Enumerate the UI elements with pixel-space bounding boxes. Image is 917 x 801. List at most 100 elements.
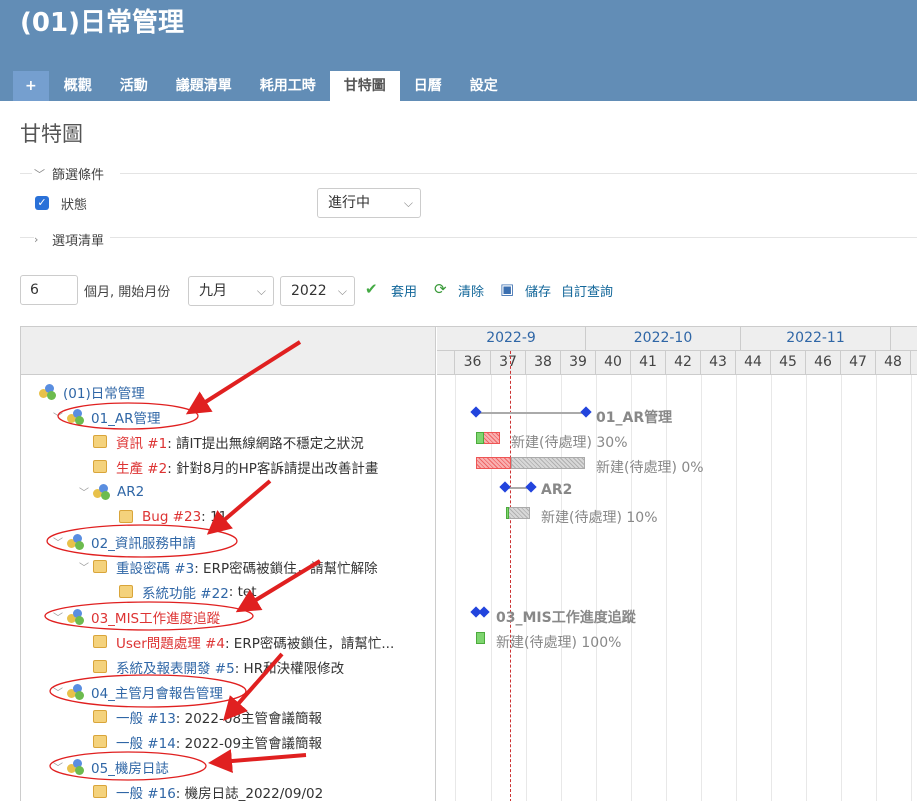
tab-overview[interactable]: 概觀 — [50, 71, 106, 101]
issue-bar-todo — [511, 457, 585, 469]
subject-row-issue[interactable]: ﹀ 重設密碼 #3 : ERP密碼被鎖住，請幫忙解除 — [79, 554, 378, 579]
subject-row-issue[interactable]: 一般 #16 : 機房日誌_2022/09/02 — [93, 779, 323, 801]
project-icon — [67, 533, 85, 550]
chevron-down-icon[interactable]: ﹀ — [53, 684, 67, 699]
filters-legend[interactable]: ﹀ 篩選條件 — [34, 164, 104, 184]
issue-tracker-link[interactable]: Bug #23 — [142, 509, 201, 525]
tab-activity[interactable]: 活動 — [106, 71, 162, 101]
subject-row-issue[interactable]: 系統功能 #22 : tet — [119, 579, 257, 604]
issue-subject: : ERP密碼被鎖住，請幫忙... — [224, 635, 395, 652]
issue-tracker-link[interactable]: 系統及報表開發 #5 — [116, 657, 235, 677]
issue-icon — [93, 735, 107, 748]
subject-project-link[interactable]: 02_資訊服務申請 — [91, 532, 196, 552]
subject-row-issue[interactable]: 一般 #13 : 2022-08主管會議簡報 — [93, 704, 322, 729]
tab-settings[interactable]: 設定 — [456, 71, 512, 101]
refresh-icon[interactable]: ⟳ — [434, 281, 447, 297]
issue-icon — [93, 460, 107, 473]
tab-issues[interactable]: 議題清單 — [162, 71, 246, 101]
months-label: 個月, 開始月份 — [84, 285, 171, 300]
clear-link[interactable]: 清除 — [458, 281, 484, 300]
options-legend-text: 選項清單 — [52, 234, 105, 249]
subject-project-link[interactable]: 04_主管月會報告管理 — [91, 682, 223, 702]
subject-project-link[interactable]: 01_AR管理 — [91, 407, 161, 427]
page-title: 甘特圖 — [20, 122, 83, 146]
options-legend[interactable]: › 選項清單 — [34, 230, 111, 249]
subject-row-project[interactable]: ﹀ AR2 — [79, 479, 144, 504]
subject-row-issue[interactable]: Bug #23 : 11 — [119, 504, 227, 529]
week-gridline — [736, 375, 737, 801]
week-header: 42 — [666, 351, 701, 375]
issue-subject: : 2022-08主管會議簡報 — [175, 710, 323, 727]
chevron-down-icon[interactable]: ﹀ — [79, 484, 93, 499]
status-operator-select[interactable]: 進行中 ⌵ — [317, 188, 421, 218]
status-label: 狀態 — [61, 198, 88, 213]
months-input[interactable]: 6 — [20, 275, 78, 305]
save-link[interactable]: 儲存 — [525, 281, 551, 300]
issue-bar[interactable] — [476, 457, 511, 469]
subject-row-project[interactable]: ﹀ 05_機房日誌 — [53, 754, 169, 779]
subject-row-project[interactable]: ﹀ 01_AR管理 — [53, 404, 161, 429]
project-icon — [67, 408, 85, 425]
chevron-down-icon[interactable]: ﹀ — [53, 759, 67, 774]
issue-tracker-link[interactable]: User問題處理 #4 — [116, 632, 225, 652]
issue-bar-done — [476, 432, 484, 444]
week-header: 44 — [736, 351, 771, 375]
year-select[interactable]: 2022 ⌵ — [280, 276, 355, 306]
subject-row-issue[interactable]: 系統及報表開發 #5 : HR和決權限修改 — [93, 654, 344, 679]
chevron-down-icon: ﹀ — [34, 167, 45, 181]
issue-subject: : 請IT提出無線網路不穩定之狀況 — [167, 435, 364, 452]
subject-row-project[interactable]: (01)日常管理 — [39, 379, 145, 404]
month-select[interactable]: 九月 ⌵ — [188, 276, 274, 306]
chevron-right-icon: › — [34, 233, 39, 246]
chevron-down-icon[interactable]: ﹀ — [53, 409, 67, 424]
issue-tracker-link[interactable]: 一般 #13 — [116, 707, 176, 727]
issue-tracker-link[interactable]: 重設密碼 #3 — [116, 557, 194, 577]
issue-bar[interactable] — [476, 632, 485, 644]
gantt-weeks-header: 36 37 38 39 40 41 42 43 44 45 46 47 48 — [437, 351, 917, 375]
issue-tracker-link[interactable]: 系統功能 #22 — [142, 582, 229, 602]
subject-project-link[interactable]: AR2 — [117, 484, 144, 500]
status-checkbox[interactable]: ✓ — [35, 196, 49, 210]
subject-row-project[interactable]: ﹀ 04_主管月會報告管理 — [53, 679, 223, 704]
issue-icon — [119, 510, 133, 523]
save-icon[interactable]: ▣ — [500, 281, 514, 297]
chevron-down-icon[interactable]: ﹀ — [53, 609, 67, 624]
tab-new-issue[interactable]: + — [13, 71, 49, 101]
filters-divider-left — [20, 173, 32, 174]
apply-link[interactable]: 套用 — [391, 281, 417, 300]
project-bar[interactable] — [477, 412, 587, 414]
issue-tracker-link[interactable]: 一般 #14 — [116, 732, 176, 752]
chevron-down-icon[interactable]: ﹀ — [53, 534, 67, 549]
project-start-diamond — [499, 481, 511, 493]
check-icon[interactable]: ✔ — [365, 281, 378, 297]
custom-query-link[interactable]: 自訂查詢 — [561, 281, 613, 300]
subject-row-issue[interactable]: 資訊 #1 : 請IT提出無線網路不穩定之狀況 — [93, 429, 364, 454]
subject-row-issue[interactable]: 一般 #14 : 2022-09主管會議簡報 — [93, 729, 322, 754]
tab-calendar[interactable]: 日曆 — [400, 71, 456, 101]
issue-subject: : 針對8月的HP客訴請提出改善計畫 — [167, 460, 379, 477]
issue-tracker-link[interactable]: 資訊 #1 — [116, 432, 167, 452]
subject-row-issue[interactable]: 生產 #2 : 針對8月的HP客訴請提出改善計畫 — [93, 454, 378, 479]
bar-label: 01_AR管理 — [596, 410, 673, 426]
week-gridline — [631, 375, 632, 801]
week-gridline — [701, 375, 702, 801]
bar-label: 新建(待處理) 100% — [496, 635, 622, 651]
bar-label: 03_MIS工作進度追蹤 — [496, 610, 636, 626]
subject-row-issue[interactable]: User問題處理 #4 : ERP密碼被鎖住，請幫忙... — [93, 629, 394, 654]
week-gridline — [911, 375, 912, 801]
tab-gantt[interactable]: 甘特圖 — [329, 71, 400, 101]
project-title[interactable]: (01)日常管理 — [20, 2, 184, 39]
gantt-chart: (01)日常管理 ﹀ 01_AR管理 資訊 #1 : 請IT提出無線網路不穩定之… — [20, 326, 917, 801]
subject-project-link[interactable]: 03_MIS工作進度追蹤 — [91, 607, 220, 627]
issue-subject: : 11 — [201, 508, 228, 525]
tab-time-entries[interactable]: 耗用工時 — [246, 71, 330, 101]
subject-project-link[interactable]: 05_機房日誌 — [91, 757, 169, 777]
subject-row-project[interactable]: ﹀ 03_MIS工作進度追蹤 — [53, 604, 220, 629]
subject-project-link[interactable]: (01)日常管理 — [63, 382, 145, 402]
issue-tracker-link[interactable]: 生產 #2 — [116, 457, 167, 477]
issue-tracker-link[interactable]: 一般 #16 — [116, 782, 176, 801]
subject-row-project[interactable]: ﹀ 02_資訊服務申請 — [53, 529, 196, 554]
issue-bar[interactable] — [506, 507, 530, 519]
chevron-down-icon[interactable]: ﹀ — [79, 559, 93, 574]
week-gridline — [455, 375, 456, 801]
